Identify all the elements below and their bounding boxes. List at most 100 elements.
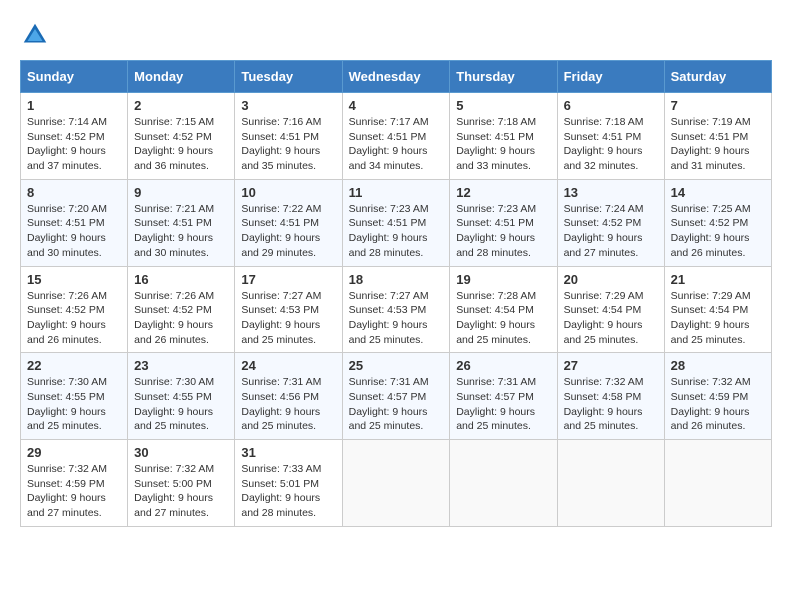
calendar-cell: 9 Sunrise: 7:21 AMSunset: 4:51 PMDayligh… <box>128 179 235 266</box>
calendar-cell: 3 Sunrise: 7:16 AMSunset: 4:51 PMDayligh… <box>235 93 342 180</box>
day-header-thursday: Thursday <box>450 61 557 93</box>
calendar-week-5: 29 Sunrise: 7:32 AMSunset: 4:59 PMDaylig… <box>21 440 772 527</box>
day-number: 27 <box>564 358 658 373</box>
day-info: Sunrise: 7:30 AMSunset: 4:55 PMDaylight:… <box>134 376 214 432</box>
day-info: Sunrise: 7:17 AMSunset: 4:51 PMDaylight:… <box>349 116 429 172</box>
day-info: Sunrise: 7:32 AMSunset: 4:59 PMDaylight:… <box>27 463 107 519</box>
calendar-week-3: 15 Sunrise: 7:26 AMSunset: 4:52 PMDaylig… <box>21 266 772 353</box>
day-number: 24 <box>241 358 335 373</box>
day-number: 8 <box>27 185 121 200</box>
calendar-cell: 21 Sunrise: 7:29 AMSunset: 4:54 PMDaylig… <box>664 266 771 353</box>
day-info: Sunrise: 7:29 AMSunset: 4:54 PMDaylight:… <box>671 290 751 346</box>
day-info: Sunrise: 7:20 AMSunset: 4:51 PMDaylight:… <box>27 203 107 259</box>
calendar-cell: 1 Sunrise: 7:14 AMSunset: 4:52 PMDayligh… <box>21 93 128 180</box>
day-header-monday: Monday <box>128 61 235 93</box>
calendar-cell: 23 Sunrise: 7:30 AMSunset: 4:55 PMDaylig… <box>128 353 235 440</box>
day-number: 18 <box>349 272 444 287</box>
calendar-week-2: 8 Sunrise: 7:20 AMSunset: 4:51 PMDayligh… <box>21 179 772 266</box>
day-number: 29 <box>27 445 121 460</box>
calendar-cell: 25 Sunrise: 7:31 AMSunset: 4:57 PMDaylig… <box>342 353 450 440</box>
calendar-cell: 15 Sunrise: 7:26 AMSunset: 4:52 PMDaylig… <box>21 266 128 353</box>
day-info: Sunrise: 7:32 AMSunset: 4:58 PMDaylight:… <box>564 376 644 432</box>
day-number: 31 <box>241 445 335 460</box>
day-header-tuesday: Tuesday <box>235 61 342 93</box>
day-number: 7 <box>671 98 765 113</box>
calendar-cell: 5 Sunrise: 7:18 AMSunset: 4:51 PMDayligh… <box>450 93 557 180</box>
day-number: 19 <box>456 272 550 287</box>
calendar-cell: 22 Sunrise: 7:30 AMSunset: 4:55 PMDaylig… <box>21 353 128 440</box>
day-header-wednesday: Wednesday <box>342 61 450 93</box>
logo-icon <box>20 20 50 50</box>
day-info: Sunrise: 7:31 AMSunset: 4:57 PMDaylight:… <box>349 376 429 432</box>
day-number: 6 <box>564 98 658 113</box>
day-info: Sunrise: 7:16 AMSunset: 4:51 PMDaylight:… <box>241 116 321 172</box>
calendar-cell: 14 Sunrise: 7:25 AMSunset: 4:52 PMDaylig… <box>664 179 771 266</box>
day-info: Sunrise: 7:28 AMSunset: 4:54 PMDaylight:… <box>456 290 536 346</box>
calendar-cell: 31 Sunrise: 7:33 AMSunset: 5:01 PMDaylig… <box>235 440 342 527</box>
day-info: Sunrise: 7:23 AMSunset: 4:51 PMDaylight:… <box>456 203 536 259</box>
day-number: 11 <box>349 185 444 200</box>
calendar-cell: 13 Sunrise: 7:24 AMSunset: 4:52 PMDaylig… <box>557 179 664 266</box>
day-number: 10 <box>241 185 335 200</box>
day-info: Sunrise: 7:18 AMSunset: 4:51 PMDaylight:… <box>456 116 536 172</box>
calendar-cell: 12 Sunrise: 7:23 AMSunset: 4:51 PMDaylig… <box>450 179 557 266</box>
day-info: Sunrise: 7:19 AMSunset: 4:51 PMDaylight:… <box>671 116 751 172</box>
day-number: 1 <box>27 98 121 113</box>
calendar-cell: 8 Sunrise: 7:20 AMSunset: 4:51 PMDayligh… <box>21 179 128 266</box>
calendar-header: SundayMondayTuesdayWednesdayThursdayFrid… <box>21 61 772 93</box>
day-number: 21 <box>671 272 765 287</box>
calendar-cell: 16 Sunrise: 7:26 AMSunset: 4:52 PMDaylig… <box>128 266 235 353</box>
day-info: Sunrise: 7:14 AMSunset: 4:52 PMDaylight:… <box>27 116 107 172</box>
day-info: Sunrise: 7:15 AMSunset: 4:52 PMDaylight:… <box>134 116 214 172</box>
calendar-cell: 20 Sunrise: 7:29 AMSunset: 4:54 PMDaylig… <box>557 266 664 353</box>
day-number: 17 <box>241 272 335 287</box>
calendar-cell <box>557 440 664 527</box>
day-info: Sunrise: 7:22 AMSunset: 4:51 PMDaylight:… <box>241 203 321 259</box>
calendar-week-1: 1 Sunrise: 7:14 AMSunset: 4:52 PMDayligh… <box>21 93 772 180</box>
day-number: 3 <box>241 98 335 113</box>
calendar-week-4: 22 Sunrise: 7:30 AMSunset: 4:55 PMDaylig… <box>21 353 772 440</box>
calendar-cell: 28 Sunrise: 7:32 AMSunset: 4:59 PMDaylig… <box>664 353 771 440</box>
calendar-cell: 17 Sunrise: 7:27 AMSunset: 4:53 PMDaylig… <box>235 266 342 353</box>
day-number: 5 <box>456 98 550 113</box>
day-number: 20 <box>564 272 658 287</box>
calendar-cell: 6 Sunrise: 7:18 AMSunset: 4:51 PMDayligh… <box>557 93 664 180</box>
calendar-cell <box>664 440 771 527</box>
calendar-cell: 30 Sunrise: 7:32 AMSunset: 5:00 PMDaylig… <box>128 440 235 527</box>
day-info: Sunrise: 7:27 AMSunset: 4:53 PMDaylight:… <box>349 290 429 346</box>
calendar-cell: 24 Sunrise: 7:31 AMSunset: 4:56 PMDaylig… <box>235 353 342 440</box>
day-number: 13 <box>564 185 658 200</box>
calendar-cell: 4 Sunrise: 7:17 AMSunset: 4:51 PMDayligh… <box>342 93 450 180</box>
day-number: 26 <box>456 358 550 373</box>
calendar-cell: 7 Sunrise: 7:19 AMSunset: 4:51 PMDayligh… <box>664 93 771 180</box>
day-info: Sunrise: 7:32 AMSunset: 5:00 PMDaylight:… <box>134 463 214 519</box>
day-info: Sunrise: 7:32 AMSunset: 4:59 PMDaylight:… <box>671 376 751 432</box>
calendar-cell: 19 Sunrise: 7:28 AMSunset: 4:54 PMDaylig… <box>450 266 557 353</box>
calendar-cell: 10 Sunrise: 7:22 AMSunset: 4:51 PMDaylig… <box>235 179 342 266</box>
calendar-cell: 18 Sunrise: 7:27 AMSunset: 4:53 PMDaylig… <box>342 266 450 353</box>
day-number: 23 <box>134 358 228 373</box>
day-number: 9 <box>134 185 228 200</box>
day-info: Sunrise: 7:30 AMSunset: 4:55 PMDaylight:… <box>27 376 107 432</box>
day-number: 2 <box>134 98 228 113</box>
day-number: 22 <box>27 358 121 373</box>
day-number: 25 <box>349 358 444 373</box>
calendar-cell: 29 Sunrise: 7:32 AMSunset: 4:59 PMDaylig… <box>21 440 128 527</box>
day-info: Sunrise: 7:29 AMSunset: 4:54 PMDaylight:… <box>564 290 644 346</box>
day-info: Sunrise: 7:24 AMSunset: 4:52 PMDaylight:… <box>564 203 644 259</box>
day-header-saturday: Saturday <box>664 61 771 93</box>
calendar-cell: 2 Sunrise: 7:15 AMSunset: 4:52 PMDayligh… <box>128 93 235 180</box>
day-info: Sunrise: 7:26 AMSunset: 4:52 PMDaylight:… <box>134 290 214 346</box>
day-number: 16 <box>134 272 228 287</box>
day-number: 14 <box>671 185 765 200</box>
calendar-cell: 11 Sunrise: 7:23 AMSunset: 4:51 PMDaylig… <box>342 179 450 266</box>
day-info: Sunrise: 7:27 AMSunset: 4:53 PMDaylight:… <box>241 290 321 346</box>
day-info: Sunrise: 7:31 AMSunset: 4:56 PMDaylight:… <box>241 376 321 432</box>
calendar-cell: 27 Sunrise: 7:32 AMSunset: 4:58 PMDaylig… <box>557 353 664 440</box>
day-info: Sunrise: 7:25 AMSunset: 4:52 PMDaylight:… <box>671 203 751 259</box>
day-header-friday: Friday <box>557 61 664 93</box>
day-number: 12 <box>456 185 550 200</box>
calendar-cell <box>450 440 557 527</box>
day-info: Sunrise: 7:26 AMSunset: 4:52 PMDaylight:… <box>27 290 107 346</box>
day-info: Sunrise: 7:21 AMSunset: 4:51 PMDaylight:… <box>134 203 214 259</box>
